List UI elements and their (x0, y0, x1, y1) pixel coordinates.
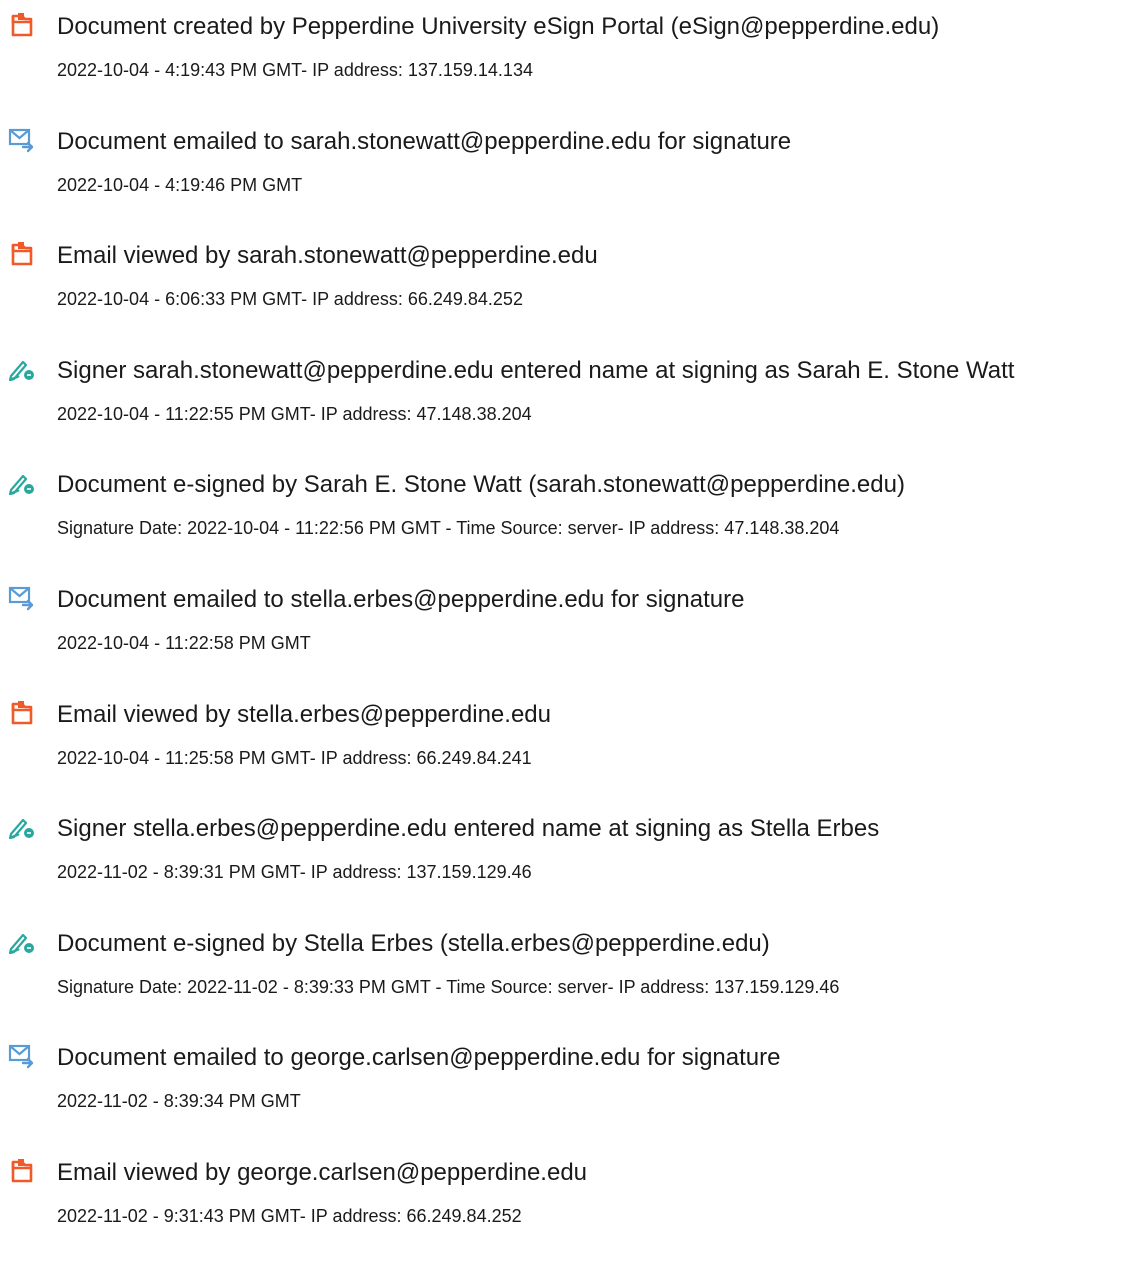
email-sent-icon (8, 1043, 36, 1069)
esign-pen-icon (8, 814, 36, 840)
email-sent-icon (8, 585, 36, 611)
audit-event: Email viewed by stella.erbes@pepperdine.… (8, 698, 1120, 813)
esign-pen-icon (8, 470, 36, 496)
event-timestamp: Signature Date: 2022-10-04 - 11:22:56 PM… (57, 518, 840, 539)
audit-event: Email viewed by sarah.stonewatt@pepperdi… (8, 239, 1120, 354)
esign-pen-icon (8, 929, 36, 955)
audit-event: Document emailed to george.carlsen@peppe… (8, 1041, 1120, 1156)
audit-event: Document e-signed by Sarah E. Stone Watt… (8, 468, 1120, 583)
audit-event: Email viewed by george.carlsen@pepperdin… (8, 1156, 1120, 1271)
event-title: Document e-signed by Sarah E. Stone Watt… (57, 471, 905, 499)
event-timestamp: Signature Date: 2022-11-02 - 8:39:33 PM … (57, 976, 840, 997)
event-timestamp: 2022-11-02 - 8:39:34 PM GMT (57, 1091, 301, 1112)
event-title: Email viewed by stella.erbes@pepperdine.… (57, 700, 551, 728)
audit-event: Document emailed to stella.erbes@pepperd… (8, 583, 1120, 698)
audit-event: Document emailed to sarah.stonewatt@pepp… (8, 125, 1120, 240)
event-title: Signer sarah.stonewatt@pepperdine.edu en… (57, 356, 1015, 384)
audit-event: Signer stella.erbes@pepperdine.edu enter… (8, 812, 1120, 927)
event-timestamp: 2022-10-04 - 11:22:55 PM GMT- IP address… (57, 403, 532, 424)
document-created-icon (8, 12, 36, 38)
event-title: Document emailed to george.carlsen@peppe… (57, 1044, 781, 1072)
event-timestamp: 2022-10-04 - 6:06:33 PM GMT- IP address:… (57, 289, 523, 310)
event-timestamp: 2022-10-04 - 4:19:43 PM GMT- IP address:… (57, 60, 533, 80)
audit-event: Document e-signed by Stella Erbes (stell… (8, 927, 1120, 1042)
event-title: Document e-signed by Stella Erbes (stell… (57, 929, 770, 957)
audit-event: Document created by Pepperdine Universit… (8, 10, 1120, 125)
event-title: Document created by Pepperdine Universit… (57, 13, 940, 40)
event-timestamp: 2022-11-02 - 8:39:31 PM GMT- IP address:… (57, 862, 532, 883)
document-viewed-icon (8, 700, 36, 726)
event-timestamp: 2022-10-04 - 11:22:58 PM GMT (57, 632, 311, 653)
event-timestamp: 2022-10-04 - 11:25:58 PM GMT- IP address… (57, 747, 532, 768)
event-title: Email viewed by george.carlsen@pepperdin… (57, 1158, 588, 1186)
event-title: Email viewed by sarah.stonewatt@pepperdi… (57, 242, 598, 270)
audit-event: Signer sarah.stonewatt@pepperdine.edu en… (8, 354, 1120, 469)
document-viewed-icon (8, 1158, 36, 1184)
event-title: Document emailed to stella.erbes@pepperd… (57, 585, 745, 613)
event-timestamp: 2022-10-04 - 4:19:46 PM GMT (57, 174, 303, 195)
event-title: Document emailed to sarah.stonewatt@pepp… (57, 127, 792, 155)
event-title: Signer stella.erbes@pepperdine.edu enter… (57, 815, 880, 843)
document-viewed-icon (8, 241, 36, 267)
email-sent-icon (8, 127, 36, 153)
esign-pen-icon (8, 356, 36, 382)
audit-log: Document created by Pepperdine Universit… (8, 10, 1120, 1271)
